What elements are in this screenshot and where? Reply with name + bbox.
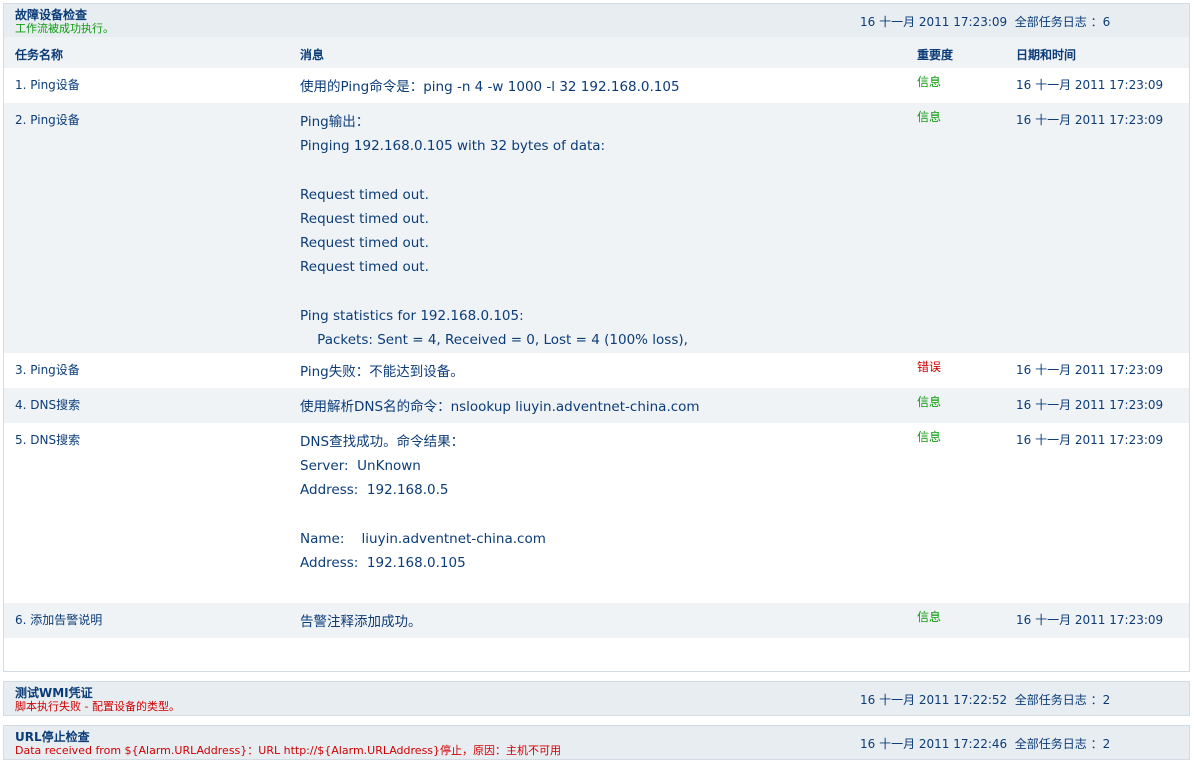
column-header-task: 任务名称	[15, 48, 64, 62]
task-name: 4. DNS搜索	[15, 398, 81, 412]
column-header-message: 消息	[300, 48, 325, 62]
table-row: 3. Ping设备 Ping失败：不能达到设备。 错误 16 十一月 2011 …	[4, 353, 1189, 388]
workflow-status: Data received from ${Alarm.URLAddress}：U…	[15, 744, 562, 757]
workflow-header: URL停止检查 Data received from ${Alarm.URLAd…	[4, 726, 1189, 759]
workflow-status: 工作流被成功执行。	[15, 22, 114, 35]
workflow-timestamp: 16 十一月 2011 17:22:52	[860, 693, 1008, 707]
task-datetime: 16 十一月 2011 17:23:09	[1016, 613, 1164, 627]
severity-label: 信息	[917, 610, 942, 624]
workflow-panel: 故障设备检查 工作流被成功执行。 16 十一月 2011 17:23:09 全部…	[3, 3, 1190, 672]
task-log-link[interactable]: 全部任务日志 ：2	[1015, 693, 1110, 707]
task-name: 6. 添加告警说明	[15, 613, 103, 627]
severity-label: 信息	[917, 395, 942, 409]
task-datetime: 16 十一月 2011 17:23:09	[1016, 78, 1164, 92]
workflow-header: 故障设备检查 工作流被成功执行。 16 十一月 2011 17:23:09 全部…	[4, 4, 1189, 37]
task-datetime: 16 十一月 2011 17:23:09	[1016, 363, 1164, 377]
workflow-meta: 16 十一月 2011 17:22:52 全部任务日志 ：2	[860, 691, 1110, 708]
task-message: Ping失败：不能达到设备。	[300, 364, 464, 380]
task-message: Ping输出： Pinging 192.168.0.105 with 32 by…	[300, 114, 688, 348]
workflow-timestamp: 16 十一月 2011 17:22:46	[860, 737, 1008, 751]
task-message: DNS查找成功。命令结果： Server: UnKnown Address: 1…	[300, 434, 546, 572]
task-message: 使用的Ping命令是：ping -n 4 -w 1000 -l 32 192.1…	[300, 79, 680, 95]
workflow-meta: 16 十一月 2011 17:22:46 全部任务日志 ：2	[860, 735, 1110, 752]
severity-label: 错误	[917, 360, 942, 374]
workflow-panel: URL停止检查 Data received from ${Alarm.URLAd…	[3, 725, 1190, 760]
table-row: 4. DNS搜索 使用解析DNS名的命令：nslookup liuyin.adv…	[4, 388, 1189, 423]
task-datetime: 16 十一月 2011 17:23:09	[1016, 433, 1164, 447]
severity-label: 信息	[917, 75, 942, 89]
column-header-severity: 重要度	[917, 48, 954, 62]
task-message: 告警注释添加成功。	[300, 614, 422, 630]
task-message: 使用解析DNS名的命令：nslookup liuyin.adventnet-ch…	[300, 399, 700, 415]
table-row: 2. Ping设备 Ping输出： Pinging 192.168.0.105 …	[4, 103, 1189, 353]
task-name: 2. Ping设备	[15, 113, 80, 127]
task-name: 1. Ping设备	[15, 78, 80, 92]
task-datetime: 16 十一月 2011 17:23:09	[1016, 113, 1164, 127]
workflow-meta: 16 十一月 2011 17:23:09 全部任务日志 ：6	[860, 13, 1110, 30]
column-header-datetime: 日期和时间	[1016, 48, 1077, 62]
table-row: 5. DNS搜索 DNS查找成功。命令结果： Server: UnKnown A…	[4, 423, 1189, 603]
table-row: 6. 添加告警说明 告警注释添加成功。 信息 16 十一月 2011 17:23…	[4, 603, 1189, 638]
task-log-link[interactable]: 全部任务日志 ：6	[1015, 15, 1110, 29]
task-log-link[interactable]: 全部任务日志 ：2	[1015, 737, 1110, 751]
table-header: 任务名称 消息 重要度 日期和时间	[4, 37, 1189, 68]
workflow-panel: 测试WMI凭证 脚本执行失败 - 配置设备的类型。 16 十一月 2011 17…	[3, 681, 1190, 716]
task-datetime: 16 十一月 2011 17:23:09	[1016, 398, 1164, 412]
workflow-timestamp: 16 十一月 2011 17:23:09	[860, 15, 1008, 29]
task-name: 5. DNS搜索	[15, 433, 81, 447]
table-row: 1. Ping设备 使用的Ping命令是：ping -n 4 -w 1000 -…	[4, 68, 1189, 103]
severity-label: 信息	[917, 110, 942, 124]
task-name: 3. Ping设备	[15, 363, 80, 377]
workflow-status: 脚本执行失败 - 配置设备的类型。	[15, 700, 180, 713]
workflow-header: 测试WMI凭证 脚本执行失败 - 配置设备的类型。 16 十一月 2011 17…	[4, 682, 1189, 715]
severity-label: 信息	[917, 430, 942, 444]
